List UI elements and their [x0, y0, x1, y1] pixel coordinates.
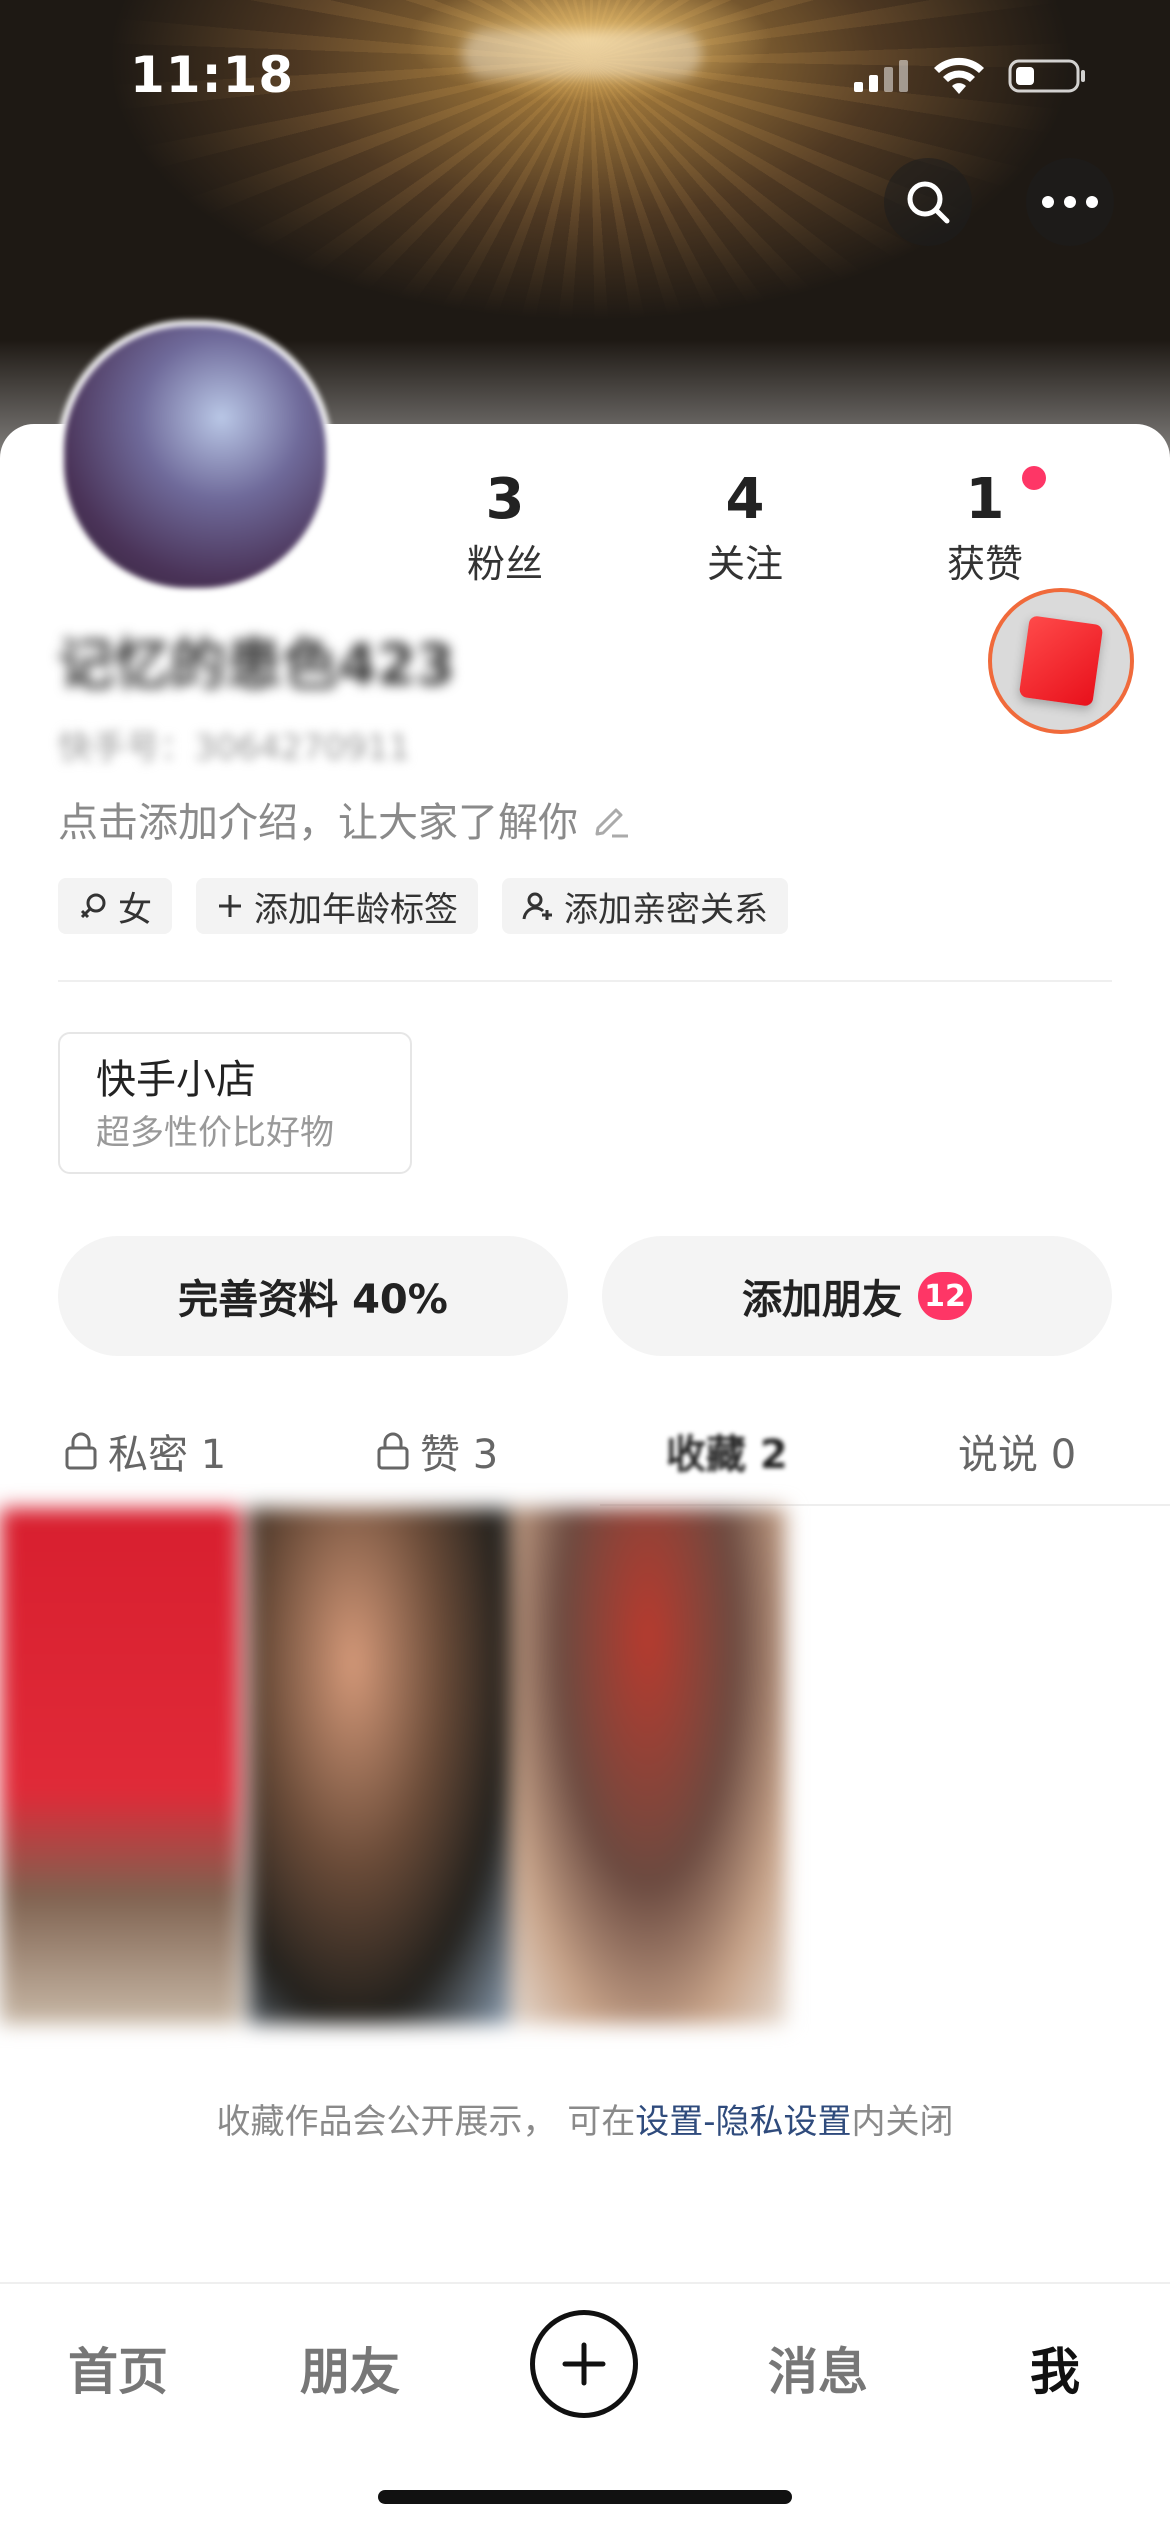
nav-home[interactable]: 首页	[68, 2332, 168, 2404]
nav-friends[interactable]: 朋友	[300, 2332, 400, 2404]
complete-profile-label: 完善资料 40%	[178, 1277, 448, 1323]
add-friends-count-badge: 12	[918, 1272, 972, 1320]
content-tabs: 私密 1 赞 3 收藏 2 说说 0	[0, 1396, 1170, 1506]
more-dots-icon	[1042, 196, 1098, 208]
add-friends-button[interactable]: 添加朋友 12	[602, 1236, 1112, 1356]
plus-icon	[562, 2342, 606, 2386]
tab-label: 收藏 2	[666, 1432, 788, 1478]
intro-placeholder[interactable]: 点击添加介绍，让大家了解你	[58, 790, 630, 848]
stat-value: 3	[485, 467, 525, 532]
intro-text: 点击添加介绍，让大家了解你	[58, 800, 578, 846]
more-options-button[interactable]	[1026, 158, 1114, 246]
nav-messages[interactable]: 消息	[768, 2332, 868, 2404]
tab-posts[interactable]: 说说 0	[958, 1396, 1076, 1506]
search-icon	[907, 181, 950, 224]
red-envelope-icon	[1018, 615, 1104, 707]
stat-likes[interactable]: 1 获赞	[900, 462, 1070, 590]
profile-tags: 女 添加年龄标签 添加亲密关系	[58, 878, 788, 934]
plus-icon	[219, 895, 241, 917]
tag-add-relationship[interactable]: 添加亲密关系	[502, 878, 788, 934]
profile-stats: 3 粉丝 4 关注 1 获赞	[420, 462, 1120, 602]
privacy-note-prefix: 收藏作品会公开展示， 可在	[216, 2102, 636, 2142]
notification-dot	[1022, 466, 1046, 490]
lock-icon	[377, 1432, 409, 1470]
kuaishou-shop-card[interactable]: 快手小店 超多性价比好物	[58, 1032, 412, 1174]
tab-divider	[600, 1504, 1170, 1506]
tab-private[interactable]: 私密 1	[64, 1396, 226, 1506]
stat-value: 4	[725, 467, 765, 532]
favorites-grid	[0, 1508, 786, 2024]
stat-followers[interactable]: 3 粉丝	[420, 462, 590, 590]
privacy-note-suffix: 内关闭	[851, 2102, 954, 2142]
favorite-thumbnail[interactable]	[248, 1508, 510, 2024]
stat-label: 获赞	[946, 542, 1023, 586]
avatar[interactable]	[58, 320, 332, 594]
tag-label: 添加亲密关系	[564, 889, 768, 930]
privacy-note: 收藏作品会公开展示， 可在设置-隐私设置内关闭	[0, 2094, 1170, 2143]
nav-me[interactable]: 我	[1030, 2332, 1080, 2404]
battery-icon	[1008, 59, 1085, 93]
female-icon	[80, 893, 106, 919]
status-bar: 11:18	[0, 0, 1170, 150]
tag-label: 女	[118, 889, 152, 930]
tag-add-age[interactable]: 添加年龄标签	[196, 878, 478, 934]
complete-profile-button[interactable]: 完善资料 40%	[58, 1236, 568, 1356]
status-time: 11:18	[130, 46, 295, 104]
add-friends-label: 添加朋友	[742, 1277, 902, 1323]
search-button[interactable]	[884, 158, 972, 246]
section-divider	[58, 980, 1112, 982]
cellular-signal-icon	[854, 60, 908, 92]
tag-label: 添加年龄标签	[254, 889, 458, 930]
username: 记忆的患色423	[58, 633, 455, 698]
home-indicator	[378, 2490, 792, 2504]
tab-label: 说说 0	[958, 1432, 1077, 1478]
tab-label: 赞 3	[420, 1432, 499, 1478]
person-add-icon	[522, 892, 552, 920]
stat-label: 关注	[706, 542, 783, 586]
lock-icon	[65, 1432, 97, 1470]
edit-pencil-icon	[595, 808, 628, 838]
user-id[interactable]: 快手号：3064270911	[58, 720, 410, 769]
favorite-thumbnail[interactable]	[510, 1508, 786, 2024]
tab-likes[interactable]: 赞 3	[376, 1396, 498, 1506]
stat-label: 粉丝	[466, 542, 543, 586]
red-packet-button[interactable]	[988, 588, 1134, 734]
shop-subtitle: 超多性价比好物	[96, 1113, 334, 1153]
wifi-icon	[934, 57, 984, 94]
privacy-settings-link[interactable]: 设置-隐私设置	[635, 2102, 851, 2142]
stat-following[interactable]: 4 关注	[660, 462, 830, 590]
tab-label: 私密 1	[108, 1432, 227, 1478]
favorite-thumbnail[interactable]	[0, 1508, 240, 2024]
profile-page: 11:18 3 粉丝 4 关注 1 获赞 记忆的患色423 快手号：306427…	[0, 0, 1170, 2532]
create-post-button[interactable]	[530, 2310, 638, 2418]
shop-title: 快手小店	[96, 1057, 256, 1103]
dynamic-island	[462, 30, 702, 78]
tag-gender[interactable]: 女	[58, 878, 172, 934]
tab-favorites[interactable]: 收藏 2	[666, 1396, 788, 1506]
